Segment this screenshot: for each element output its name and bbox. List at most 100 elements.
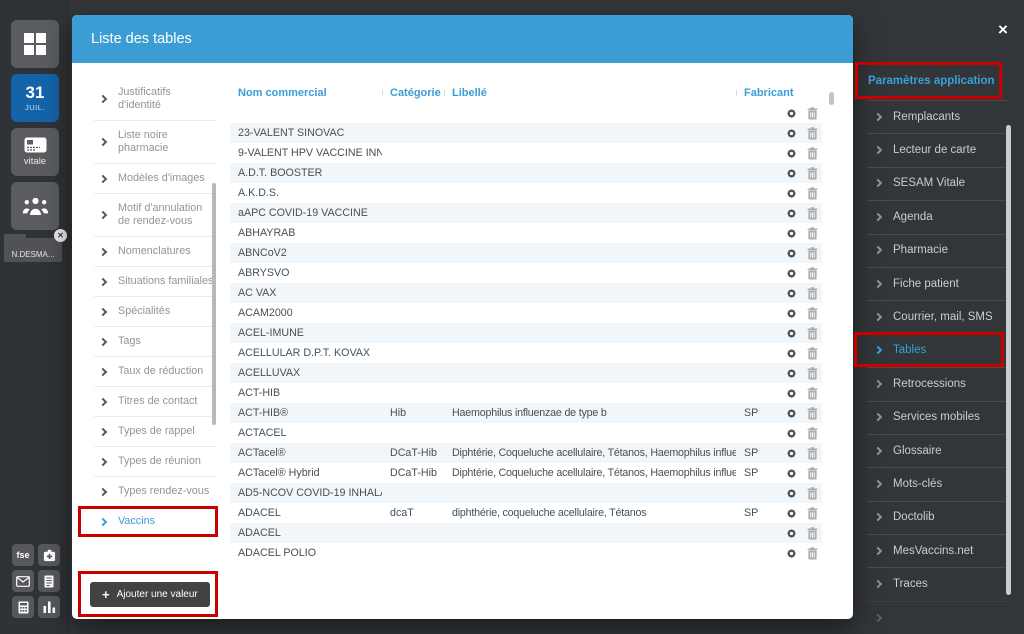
- table-row[interactable]: aAPC COVID-19 VACCINE: [230, 203, 822, 223]
- table-category-item[interactable]: Types de réunion: [94, 447, 216, 477]
- row-delete-button[interactable]: [802, 543, 822, 563]
- table-row[interactable]: ADACEL: [230, 523, 822, 543]
- table-category-item[interactable]: Situations familiales: [94, 267, 216, 297]
- table-category-item[interactable]: Justificatifs d'identité: [94, 78, 216, 121]
- table-category-item[interactable]: Modèles d'images: [94, 164, 216, 194]
- sidebar-item[interactable]: Lecteur de carte: [853, 133, 1024, 166]
- calculator-button[interactable]: [12, 596, 34, 618]
- sidebar-scrollbar[interactable]: [1006, 125, 1011, 595]
- table-row[interactable]: 23-VALENT SINOVAC: [230, 123, 822, 143]
- row-delete-button[interactable]: [802, 183, 822, 203]
- row-settings-button[interactable]: [780, 263, 802, 283]
- row-delete-button[interactable]: [802, 343, 822, 363]
- row-delete-button[interactable]: [802, 103, 822, 123]
- table-row[interactable]: 9-VALENT HPV VACCINE INNOVAX: [230, 143, 822, 163]
- row-settings-button[interactable]: [780, 223, 802, 243]
- sidebar-item[interactable]: Agenda: [853, 200, 1024, 233]
- row-settings-button[interactable]: [780, 383, 802, 403]
- row-delete-button[interactable]: [802, 463, 822, 483]
- row-delete-button[interactable]: [802, 323, 822, 343]
- sidebar-item[interactable]: Retrocessions: [853, 367, 1024, 400]
- table-category-item[interactable]: Types de rappel: [94, 417, 216, 447]
- sidebar-item[interactable]: Doctolib: [853, 501, 1024, 534]
- sidebar-item[interactable]: Services mobiles: [853, 401, 1024, 434]
- apps-grid-tile[interactable]: [11, 20, 59, 68]
- row-settings-button[interactable]: [780, 323, 802, 343]
- row-settings-button[interactable]: [780, 363, 802, 383]
- row-delete-button[interactable]: [802, 143, 822, 163]
- category-list-scrollbar[interactable]: [212, 183, 216, 425]
- row-settings-button[interactable]: [780, 463, 802, 483]
- row-settings-button[interactable]: [780, 163, 802, 183]
- row-delete-button[interactable]: [802, 403, 822, 423]
- row-delete-button[interactable]: [802, 483, 822, 503]
- table-category-item[interactable]: Taux de réduction: [94, 357, 216, 387]
- row-settings-button[interactable]: [780, 523, 802, 543]
- notes-button[interactable]: [38, 570, 60, 592]
- table-row[interactable]: ABRYSVO: [230, 263, 822, 283]
- table-row[interactable]: ACT-HIB® Hib Haemophilus influenzae de t…: [230, 403, 822, 423]
- row-settings-button[interactable]: [780, 243, 802, 263]
- table-row[interactable]: A.K.D.S.: [230, 183, 822, 203]
- table-row[interactable]: ACAM2000: [230, 303, 822, 323]
- row-settings-button[interactable]: [780, 183, 802, 203]
- sidebar-item[interactable]: Glossaire: [853, 434, 1024, 467]
- carte-vitale-tile[interactable]: vitale: [11, 128, 59, 176]
- sidebar-item[interactable]: Tables: [853, 334, 1024, 367]
- row-settings-button[interactable]: [780, 343, 802, 363]
- sidebar-item[interactable]: Fiche patient: [853, 267, 1024, 300]
- table-category-item[interactable]: Vaccins: [94, 507, 216, 537]
- row-settings-button[interactable]: [780, 203, 802, 223]
- row-delete-button[interactable]: [802, 503, 822, 523]
- row-settings-button[interactable]: [780, 423, 802, 443]
- user-chip-close-icon[interactable]: ✕: [54, 229, 67, 242]
- add-value-button[interactable]: + Ajouter une valeur: [90, 582, 210, 607]
- table-category-item[interactable]: Tags: [94, 327, 216, 357]
- table-row[interactable]: ACELLULAR D.P.T. KOVAX: [230, 343, 822, 363]
- row-settings-button[interactable]: [780, 103, 802, 123]
- table-row[interactable]: ABNCoV2: [230, 243, 822, 263]
- table-row[interactable]: A.D.T. BOOSTER: [230, 163, 822, 183]
- row-delete-button[interactable]: [802, 303, 822, 323]
- table-row[interactable]: ACTacel® DCaT-Hib Diphtérie, Coqueluche …: [230, 443, 822, 463]
- row-settings-button[interactable]: [780, 143, 802, 163]
- table-category-item[interactable]: Titres de contact: [94, 387, 216, 417]
- table-category-item[interactable]: Motif d'annulation de rendez-vous: [94, 194, 216, 237]
- teams-tile[interactable]: [11, 182, 59, 230]
- close-icon[interactable]: ×: [992, 19, 1014, 41]
- sidebar-item[interactable]: Pharmacie: [853, 234, 1024, 267]
- sidebar-item[interactable]: [853, 601, 1024, 634]
- sidebar-item[interactable]: Mots-clés: [853, 467, 1024, 500]
- row-delete-button[interactable]: [802, 283, 822, 303]
- table-row[interactable]: ACT-HIB: [230, 383, 822, 403]
- row-delete-button[interactable]: [802, 203, 822, 223]
- row-delete-button[interactable]: [802, 383, 822, 403]
- row-delete-button[interactable]: [802, 163, 822, 183]
- sidebar-item[interactable]: Courrier, mail, SMS: [853, 300, 1024, 333]
- row-delete-button[interactable]: [802, 363, 822, 383]
- mail-button[interactable]: [12, 570, 34, 592]
- column-header-nom-commercial[interactable]: Nom commercial: [230, 87, 382, 99]
- table-category-item[interactable]: Spécialités: [94, 297, 216, 327]
- row-delete-button[interactable]: [802, 223, 822, 243]
- row-settings-button[interactable]: [780, 483, 802, 503]
- row-delete-button[interactable]: [802, 123, 822, 143]
- row-settings-button[interactable]: [780, 503, 802, 523]
- row-settings-button[interactable]: [780, 283, 802, 303]
- table-category-item[interactable]: Types rendez-vous: [94, 477, 216, 507]
- row-delete-button[interactable]: [802, 243, 822, 263]
- table-row[interactable]: [230, 103, 822, 123]
- stats-button[interactable]: [38, 596, 60, 618]
- table-row[interactable]: AD5-NCOV COVID-19 INHALATION VACCINE: [230, 483, 822, 503]
- table-row[interactable]: ABHAYRAB: [230, 223, 822, 243]
- table-row[interactable]: AC VAX: [230, 283, 822, 303]
- row-settings-button[interactable]: [780, 403, 802, 423]
- table-row[interactable]: ACTACEL: [230, 423, 822, 443]
- table-category-item[interactable]: Liste noire pharmacie: [94, 121, 216, 164]
- user-chip[interactable]: N.DESMA... ✕: [4, 238, 62, 262]
- row-delete-button[interactable]: [802, 423, 822, 443]
- table-category-item[interactable]: Nomenclatures: [94, 237, 216, 267]
- table-row[interactable]: ADACEL dcaT diphthérie, coqueluche acell…: [230, 503, 822, 523]
- sidebar-item[interactable]: SESAM Vitale: [853, 167, 1024, 200]
- sidebar-item[interactable]: Remplacants: [853, 100, 1024, 133]
